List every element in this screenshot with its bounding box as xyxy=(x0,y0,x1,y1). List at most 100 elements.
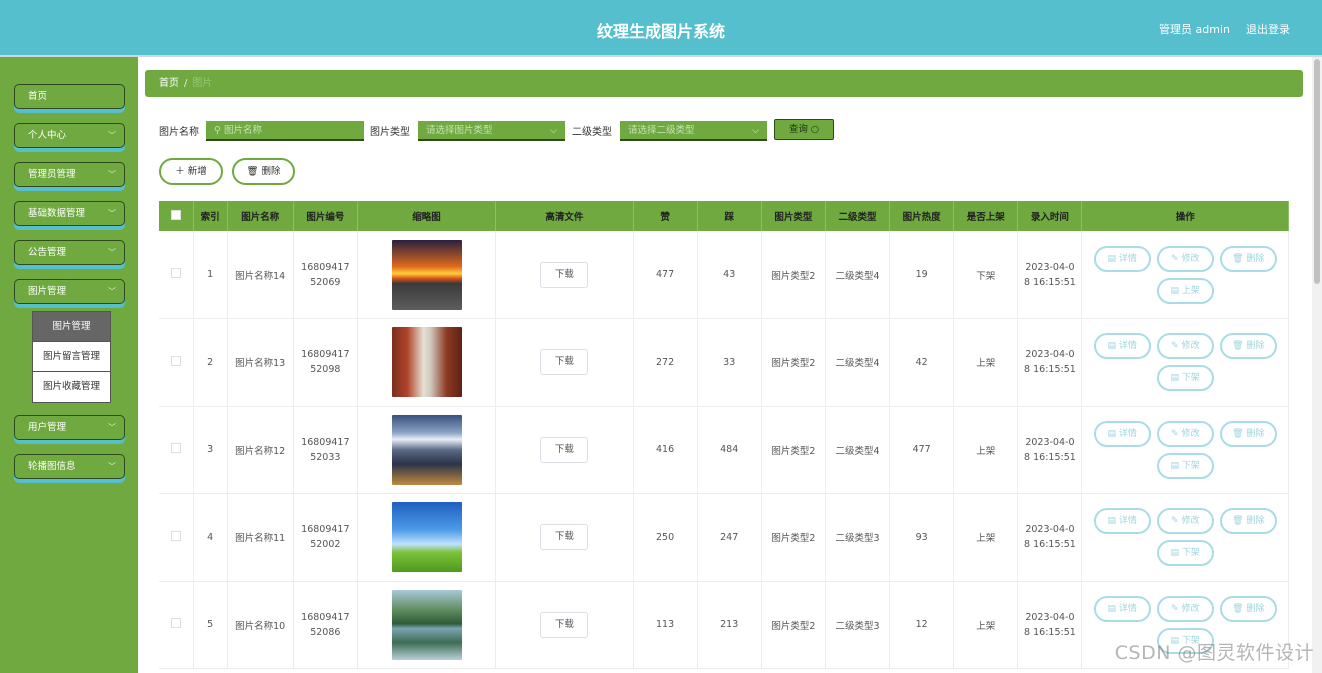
thumbnail-image[interactable] xyxy=(391,327,462,398)
download-button[interactable]: 下载 xyxy=(540,436,589,463)
cell-subtype: 二级类型3 xyxy=(825,581,891,669)
table-row: 2 图片名称13 16809417 52098 下载 272 33 图片类型2 二级类型4 42 上… xyxy=(159,318,1289,407)
row-checkbox[interactable] xyxy=(170,355,181,366)
search-button[interactable]: 查询 ○ xyxy=(774,119,834,140)
cell-hd-file: 下载 xyxy=(495,231,634,319)
cell-time: 2023-04-0 8 16:15:51 xyxy=(1017,231,1083,319)
time-line-2: 8 16:15:51 xyxy=(1024,626,1076,638)
edit-button[interactable]: ✎ 修改 xyxy=(1156,595,1214,622)
submenu-item-favorites[interactable]: 图片收藏管理 xyxy=(33,372,110,402)
breadcrumb-home[interactable]: 首页 xyxy=(159,78,179,89)
detail-label: 详情 xyxy=(1118,516,1137,527)
detail-button[interactable]: ▤ 详情 xyxy=(1093,245,1151,272)
cell-likes: 272 xyxy=(633,318,698,407)
download-button[interactable]: 下载 xyxy=(540,611,589,638)
logout-link[interactable]: 退出登录 xyxy=(1246,21,1290,37)
filter-subtype-label: 二级类型 xyxy=(572,127,612,138)
trash-icon: 🗑 xyxy=(1232,253,1244,264)
add-button[interactable]: ＋ 新增 xyxy=(159,158,223,185)
cell-status: 上架 xyxy=(953,493,1019,582)
delete-button[interactable]: 🗑 删除 xyxy=(1219,333,1277,360)
scrollbar-thumb[interactable] xyxy=(1314,59,1320,284)
batch-delete-button[interactable]: 🗑 删除 xyxy=(232,158,295,185)
pencil-icon: ✎ xyxy=(1171,428,1179,439)
trash-icon: 🗑 xyxy=(1232,428,1244,439)
cell-hd-file: 下载 xyxy=(495,493,634,582)
detail-button[interactable]: ▤ 详情 xyxy=(1093,595,1151,622)
sidebar: 首页 个人中心 ﹀ 管理员管理 ﹀ 基础数据管理 ﹀ 公告管理 ﹀ 图片管理 ﹀ 图片管理… xyxy=(0,57,138,673)
row-checkbox[interactable] xyxy=(170,618,181,629)
row-select-cell[interactable] xyxy=(159,231,194,319)
thumbnail-image[interactable] xyxy=(391,239,462,310)
time-line-2: 8 16:15:51 xyxy=(1024,276,1076,288)
thumbnail-image[interactable] xyxy=(391,414,462,485)
row-actions: ▤ 详情 ✎ 修改 🗑 删除 ▤ 下架 xyxy=(1082,333,1288,392)
thumbnail-image[interactable] xyxy=(391,502,462,573)
toggle-shelf-button[interactable]: ▤ 下架 xyxy=(1156,365,1214,392)
toggle-shelf-button[interactable]: ▤ 下架 xyxy=(1156,452,1214,479)
submenu-item-images[interactable]: 图片管理 xyxy=(33,312,110,342)
thumbnail-image[interactable] xyxy=(391,589,462,660)
sub-type-select[interactable]: 请选择二级类型 ⌵ xyxy=(620,121,767,141)
col-header-actions: 操作 xyxy=(1081,201,1289,231)
sidebar-item-admin[interactable]: 管理员管理 ﹀ xyxy=(14,162,125,187)
col-header-thumbnail: 缩略图 xyxy=(357,201,497,231)
select-all-checkbox[interactable] xyxy=(170,209,181,220)
cell-dislikes: 43 xyxy=(697,231,762,319)
cell-status: 上架 xyxy=(953,406,1019,494)
row-select-cell[interactable] xyxy=(159,318,194,407)
toggle-shelf-label: 下架 xyxy=(1181,460,1200,471)
row-checkbox[interactable] xyxy=(170,268,181,278)
delete-button[interactable]: 🗑 删除 xyxy=(1219,508,1277,535)
download-button[interactable]: 下载 xyxy=(540,261,589,288)
row-checkbox[interactable] xyxy=(170,530,181,541)
sidebar-item-carousel[interactable]: 轮播图信息 ﹀ xyxy=(14,454,125,479)
sidebar-item-users[interactable]: 用户管理 ﹀ xyxy=(14,415,125,440)
cell-name: 图片名称13 xyxy=(227,318,294,407)
sidebar-item-profile[interactable]: 个人中心 ﹀ xyxy=(14,123,125,148)
row-select-cell[interactable] xyxy=(159,581,194,669)
watermark: CSDN @图灵软件设计 xyxy=(1114,642,1314,664)
sidebar-item-images[interactable]: 图片管理 ﹀ xyxy=(14,279,125,304)
cell-thumbnail xyxy=(357,231,497,319)
detail-button[interactable]: ▤ 详情 xyxy=(1093,333,1151,360)
row-actions: ▤ 详情 ✎ 修改 🗑 删除 ▤ 上架 xyxy=(1082,245,1288,304)
edit-button[interactable]: ✎ 修改 xyxy=(1156,508,1214,535)
sidebar-item-home[interactable]: 首页 xyxy=(14,84,125,109)
detail-button[interactable]: ▤ 详情 xyxy=(1093,420,1151,447)
edit-button[interactable]: ✎ 修改 xyxy=(1156,333,1214,360)
sidebar-item-base-data[interactable]: 基础数据管理 ﹀ xyxy=(14,201,125,226)
row-select-cell[interactable] xyxy=(159,406,194,494)
chevron-down-icon: ﹀ xyxy=(108,131,116,140)
submenu-item-messages[interactable]: 图片留言管理 xyxy=(33,342,110,372)
vertical-scrollbar[interactable] xyxy=(1312,57,1322,673)
delete-button[interactable]: 🗑 删除 xyxy=(1219,420,1277,447)
breadcrumb: 首页 / 图片 xyxy=(145,70,1303,97)
edit-button[interactable]: ✎ 修改 xyxy=(1156,420,1214,447)
download-button[interactable]: 下载 xyxy=(540,524,589,551)
edit-label: 修改 xyxy=(1181,428,1200,439)
image-name-input[interactable]: ⚲ 图片名称 xyxy=(206,121,364,141)
select-all-header[interactable] xyxy=(159,201,194,231)
detail-button[interactable]: ▤ 详情 xyxy=(1093,508,1151,535)
trash-icon: 🗑 xyxy=(1232,516,1244,527)
col-header-time: 录入时间 xyxy=(1017,201,1083,231)
delete-button[interactable]: 🗑 删除 xyxy=(1219,595,1277,622)
sidebar-item-label: 管理员管理 xyxy=(28,169,76,180)
edit-button[interactable]: ✎ 修改 xyxy=(1156,245,1214,272)
cell-index: 4 xyxy=(193,493,228,582)
cell-hd-file: 下载 xyxy=(495,406,634,494)
delete-button[interactable]: 🗑 删除 xyxy=(1219,245,1277,272)
download-button[interactable]: 下载 xyxy=(540,349,589,376)
image-type-select[interactable]: 请选择图片类型 ⌵ xyxy=(418,121,565,141)
row-select-cell[interactable] xyxy=(159,493,194,582)
detail-label: 详情 xyxy=(1118,253,1137,264)
sidebar-item-label: 首页 xyxy=(28,91,48,102)
row-checkbox[interactable] xyxy=(170,443,181,454)
toggle-shelf-button[interactable]: ▤ 下架 xyxy=(1156,540,1214,567)
col-header-type: 图片类型 xyxy=(761,201,826,231)
toggle-shelf-button[interactable]: ▤ 上架 xyxy=(1156,277,1214,304)
cell-time: 2023-04-0 8 16:15:51 xyxy=(1017,581,1083,669)
sidebar-item-notice[interactable]: 公告管理 ﹀ xyxy=(14,240,125,265)
chevron-down-icon: ⌵ xyxy=(550,126,557,136)
